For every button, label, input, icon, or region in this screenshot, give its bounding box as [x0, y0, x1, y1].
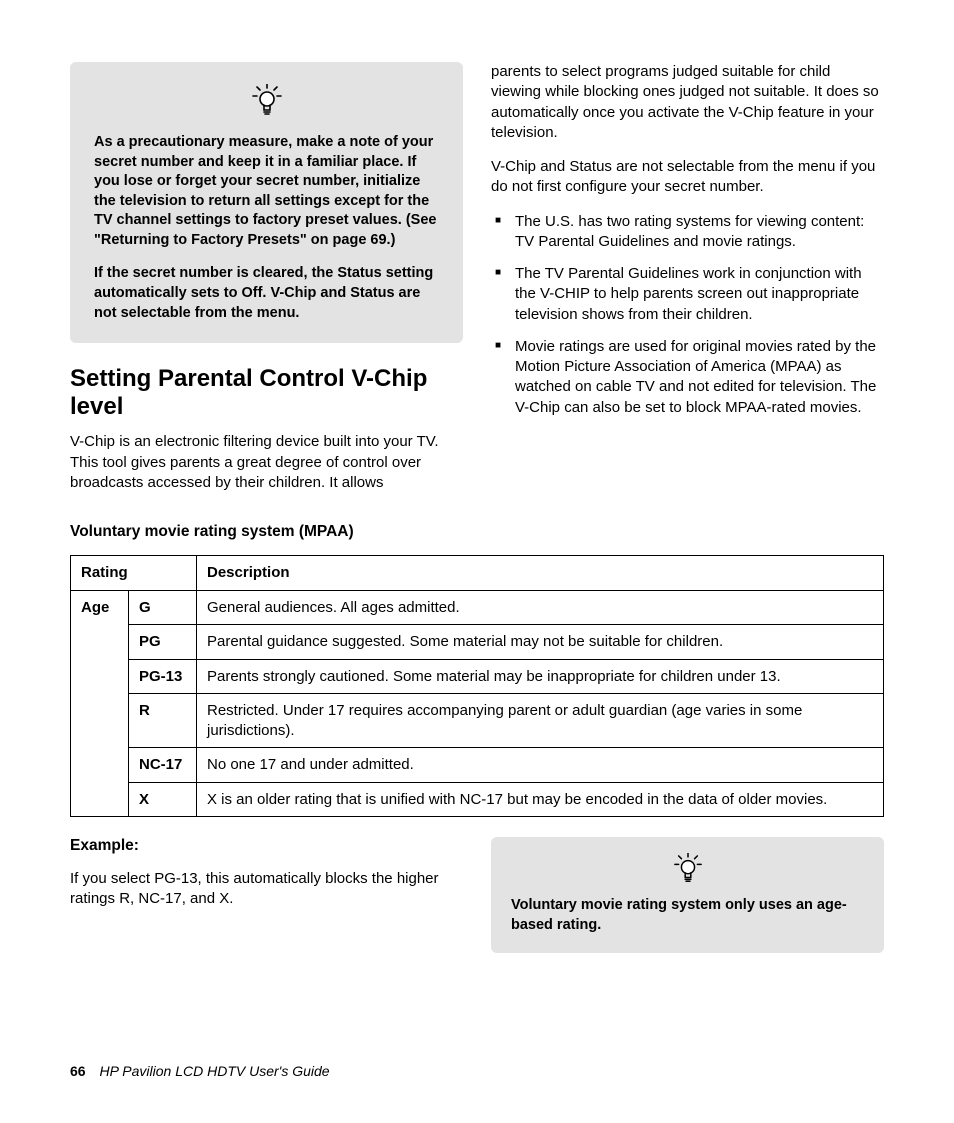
callout-1-paragraph-1: As a precautionary measure, make a note …: [94, 133, 439, 250]
rating-desc: No one 17 and under admitted.: [197, 748, 884, 783]
example-text: If you select PG-13, this automatically …: [70, 869, 463, 910]
rating-code: G: [129, 590, 197, 625]
page-footer: 66 HP Pavilion LCD HDTV User's Guide: [70, 1063, 330, 1079]
bullet-list: The U.S. has two rating systems for view…: [491, 212, 884, 418]
callout-1-paragraph-2: If the secret number is cleared, the Sta…: [94, 264, 439, 323]
age-label-cell: Age: [71, 590, 129, 817]
table-row: X X is an older rating that is unified w…: [71, 782, 884, 817]
rating-code: R: [129, 694, 197, 748]
right-column: parents to select programs judged suitab…: [491, 62, 884, 507]
rating-desc: X is an older rating that is unified wit…: [197, 782, 884, 817]
rating-desc: Restricted. Under 17 requires accompanyi…: [197, 694, 884, 748]
bullet-item: The TV Parental Guidelines work in conju…: [491, 264, 884, 325]
header-rating: Rating: [71, 556, 197, 591]
left-column: As a precautionary measure, make a note …: [70, 62, 463, 507]
bullet-item: Movie ratings are used for original movi…: [491, 337, 884, 418]
section-heading: Setting Parental Control V-Chip level: [70, 365, 463, 420]
mpaa-rating-table: Rating Description Age G General audienc…: [70, 555, 884, 817]
two-column-layout: As a precautionary measure, make a note …: [70, 62, 884, 507]
bullet-item: The U.S. has two rating systems for view…: [491, 212, 884, 253]
tip-callout-2: Voluntary movie rating system only uses …: [491, 837, 884, 953]
table-row: PG-13 Parents strongly cautioned. Some m…: [71, 659, 884, 694]
rating-code: PG: [129, 625, 197, 660]
table-row: Age G General audiences. All ages admitt…: [71, 590, 884, 625]
rating-code: NC-17: [129, 748, 197, 783]
callout-2-wrap: Voluntary movie rating system only uses …: [491, 837, 884, 953]
page: As a precautionary measure, make a note …: [0, 0, 954, 1123]
header-description: Description: [197, 556, 884, 591]
tip-callout-1: As a precautionary measure, make a note …: [70, 62, 463, 343]
right-paragraph-2: V-Chip and Status are not selectable fro…: [491, 157, 884, 198]
table-row: NC-17 No one 17 and under admitted.: [71, 748, 884, 783]
rating-desc: Parents strongly cautioned. Some materia…: [197, 659, 884, 694]
table-row: PG Parental guidance suggested. Some mat…: [71, 625, 884, 660]
bulb-icon-wrap: [511, 853, 864, 890]
lower-row: Example: If you select PG-13, this autom…: [70, 837, 884, 953]
rating-code: PG-13: [129, 659, 197, 694]
table-row: R Restricted. Under 17 requires accompan…: [71, 694, 884, 748]
page-number: 66: [70, 1063, 86, 1079]
callout-2-text: Voluntary movie rating system only uses …: [511, 896, 864, 935]
lightbulb-icon: [673, 853, 703, 890]
example-block: Example: If you select PG-13, this autom…: [70, 837, 463, 953]
table-header-row: Rating Description: [71, 556, 884, 591]
rating-desc: Parental guidance suggested. Some materi…: [197, 625, 884, 660]
lightbulb-icon: [251, 84, 283, 123]
table-title: Voluntary movie rating system (MPAA): [70, 523, 884, 541]
intro-paragraph: V-Chip is an electronic filtering device…: [70, 432, 463, 493]
right-paragraph-1: parents to select programs judged suitab…: [491, 62, 884, 143]
rating-desc: General audiences. All ages admitted.: [197, 590, 884, 625]
rating-code: X: [129, 782, 197, 817]
footer-title: HP Pavilion LCD HDTV User's Guide: [99, 1063, 329, 1079]
example-heading: Example:: [70, 837, 463, 855]
bulb-icon-wrap: [94, 84, 439, 123]
